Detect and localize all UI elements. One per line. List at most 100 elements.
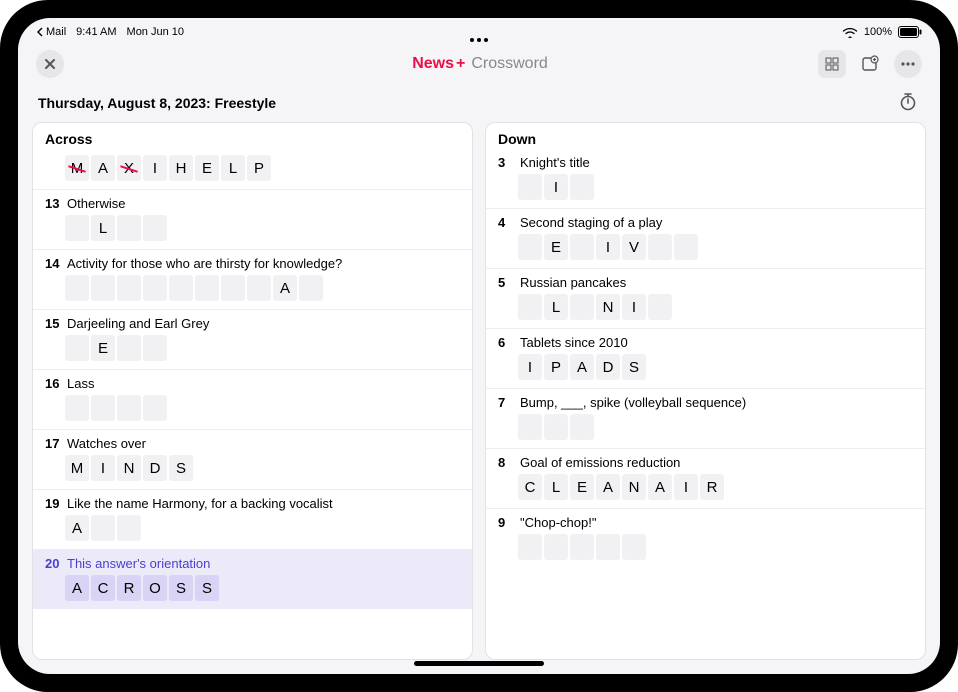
cell[interactable]: A [65, 575, 89, 601]
cell[interactable] [570, 534, 594, 560]
cell[interactable]: L [544, 294, 568, 320]
cell[interactable] [221, 275, 245, 301]
cell[interactable] [91, 515, 115, 541]
cell[interactable] [299, 275, 323, 301]
down-clue-list[interactable]: 3Knight's titleI4Second staging of a pla… [486, 153, 925, 659]
cell[interactable] [117, 335, 141, 361]
cell[interactable] [169, 275, 193, 301]
cell[interactable]: S [195, 575, 219, 601]
clue-item[interactable]: 13OtherwiseL [33, 189, 472, 249]
cell[interactable]: A [570, 354, 594, 380]
cell[interactable]: V [622, 234, 646, 260]
clue-item[interactable]: 19Like the name Harmony, for a backing v… [33, 489, 472, 549]
cell[interactable]: I [596, 234, 620, 260]
cell[interactable]: I [622, 294, 646, 320]
cell[interactable] [143, 275, 167, 301]
breadcrumb-back[interactable]: Mail [36, 26, 66, 38]
cell[interactable] [518, 414, 542, 440]
cell[interactable] [117, 275, 141, 301]
clue-item[interactable]: 3Knight's titleI [486, 153, 925, 208]
cell[interactable]: S [622, 354, 646, 380]
cell[interactable] [518, 174, 542, 200]
cell[interactable] [65, 275, 89, 301]
cell[interactable] [648, 294, 672, 320]
cell[interactable] [570, 294, 594, 320]
clue-item[interactable]: MAXIHELP [33, 153, 472, 189]
cell[interactable] [674, 234, 698, 260]
clue-item[interactable]: 15Darjeeling and Earl GreyE [33, 309, 472, 369]
cell[interactable] [91, 395, 115, 421]
cell[interactable] [570, 174, 594, 200]
cell[interactable]: H [169, 155, 193, 181]
across-clue-list[interactable]: MAXIHELP13OtherwiseL14Activity for those… [33, 153, 472, 659]
home-indicator[interactable] [414, 661, 544, 666]
cell[interactable]: D [143, 455, 167, 481]
clue-item[interactable]: 5Russian pancakesLNI [486, 268, 925, 328]
cell[interactable]: M [65, 155, 89, 181]
cell[interactable] [143, 215, 167, 241]
timer-button[interactable] [898, 92, 920, 114]
cell[interactable] [247, 275, 271, 301]
cell[interactable]: C [91, 575, 115, 601]
cell[interactable]: I [544, 174, 568, 200]
cell[interactable] [65, 335, 89, 361]
cell[interactable]: R [117, 575, 141, 601]
cell[interactable]: L [544, 474, 568, 500]
cell[interactable] [143, 335, 167, 361]
cell[interactable] [117, 395, 141, 421]
cell[interactable]: A [648, 474, 672, 500]
cell[interactable] [518, 294, 542, 320]
cell[interactable]: N [622, 474, 646, 500]
cell[interactable]: I [674, 474, 698, 500]
cell[interactable] [195, 275, 219, 301]
cell[interactable]: S [169, 455, 193, 481]
multitask-dots[interactable] [470, 38, 488, 42]
cell[interactable]: E [195, 155, 219, 181]
cell[interactable] [544, 534, 568, 560]
cell[interactable]: S [169, 575, 193, 601]
more-button[interactable] [894, 50, 922, 78]
clue-item[interactable]: 16Lass [33, 369, 472, 429]
cell[interactable]: A [596, 474, 620, 500]
cell[interactable] [143, 395, 167, 421]
clue-item[interactable]: 9"Chop-chop!" [486, 508, 925, 568]
clue-item[interactable]: 20This answer's orientationACROSS [33, 549, 472, 609]
cell[interactable]: R [700, 474, 724, 500]
new-window-button[interactable] [856, 50, 884, 78]
cell[interactable] [622, 534, 646, 560]
cell[interactable] [570, 234, 594, 260]
close-button[interactable] [36, 50, 64, 78]
clue-item[interactable]: 6Tablets since 2010IPADS [486, 328, 925, 388]
cell[interactable]: I [91, 455, 115, 481]
cell[interactable]: E [570, 474, 594, 500]
cell[interactable]: N [596, 294, 620, 320]
cell[interactable] [65, 395, 89, 421]
cell[interactable]: P [247, 155, 271, 181]
cell[interactable] [65, 215, 89, 241]
cell[interactable]: I [518, 354, 542, 380]
cell[interactable] [596, 534, 620, 560]
cell[interactable] [648, 234, 672, 260]
cell[interactable]: L [91, 215, 115, 241]
clue-item[interactable]: 4Second staging of a playEIV [486, 208, 925, 268]
grid-view-button[interactable] [818, 50, 846, 78]
cell[interactable]: E [91, 335, 115, 361]
cell[interactable]: E [544, 234, 568, 260]
cell[interactable]: C [518, 474, 542, 500]
cell[interactable]: O [143, 575, 167, 601]
clue-item[interactable]: 7Bump, ___, spike (volleyball sequence) [486, 388, 925, 448]
cell[interactable] [117, 515, 141, 541]
cell[interactable] [518, 234, 542, 260]
cell[interactable]: N [117, 455, 141, 481]
cell[interactable]: X [117, 155, 141, 181]
cell[interactable] [518, 534, 542, 560]
cell[interactable] [91, 275, 115, 301]
cell[interactable] [570, 414, 594, 440]
cell[interactable] [544, 414, 568, 440]
cell[interactable]: A [91, 155, 115, 181]
cell[interactable]: A [273, 275, 297, 301]
clue-item[interactable]: 17Watches overMINDS [33, 429, 472, 489]
cell[interactable]: M [65, 455, 89, 481]
cell[interactable]: L [221, 155, 245, 181]
cell[interactable]: A [65, 515, 89, 541]
